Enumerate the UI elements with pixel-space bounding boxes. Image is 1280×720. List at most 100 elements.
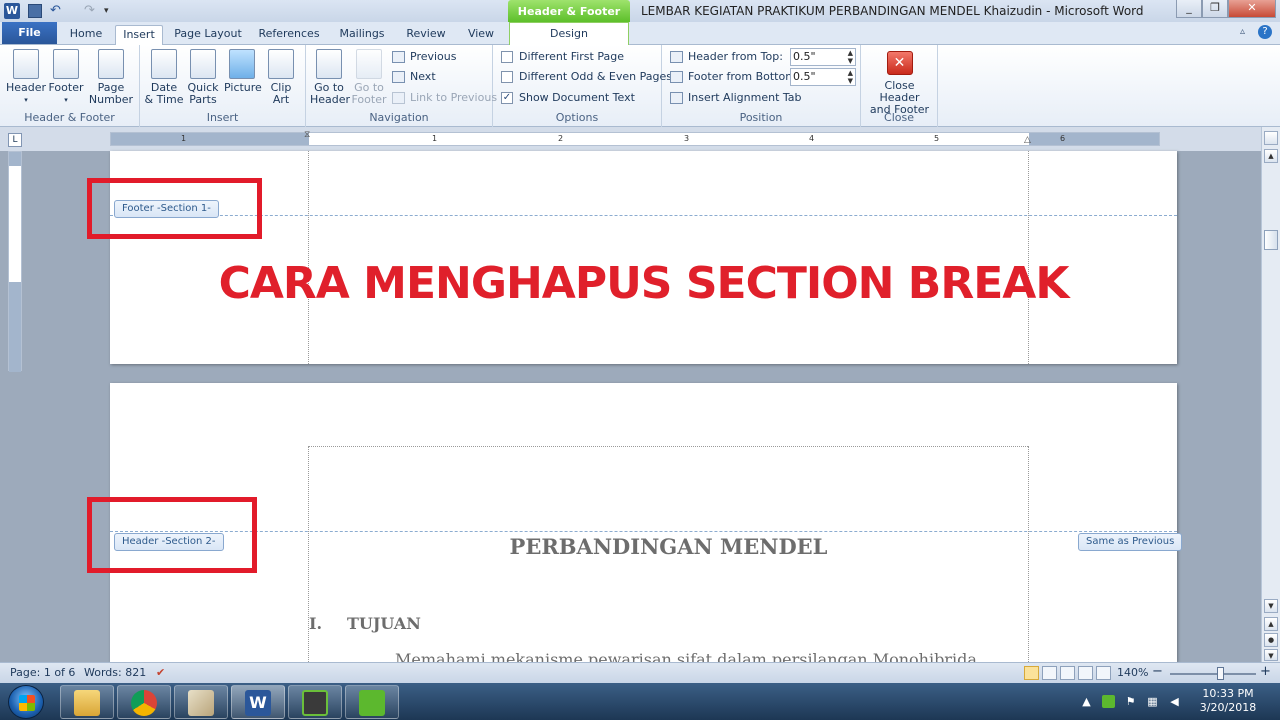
picture-button[interactable]: Picture xyxy=(224,49,262,94)
network-icon[interactable]: ▦ xyxy=(1146,695,1159,708)
zoom-in-icon[interactable]: + xyxy=(1260,664,1271,679)
different-odd-even-checkbox[interactable]: Different Odd & Even Pages xyxy=(501,69,672,85)
header-button[interactable]: Header ▾ xyxy=(6,49,46,106)
tab-insert[interactable]: Insert xyxy=(115,25,163,46)
horizontal-ruler[interactable]: 1 1 2 3 4 5 6 ⧖ △ xyxy=(110,130,1160,146)
word-app-icon[interactable]: W xyxy=(4,3,20,19)
body-paragraph[interactable]: Memahami mekanisme pewarisan sifat dalam… xyxy=(395,650,1028,662)
web-layout-icon[interactable] xyxy=(1060,666,1075,680)
vertical-ruler[interactable] xyxy=(8,151,22,372)
page-number-button[interactable]: Page Number xyxy=(86,49,136,106)
print-layout-icon[interactable] xyxy=(1024,666,1039,680)
clock[interactable]: 10:33 PM 3/20/2018 xyxy=(1188,687,1268,715)
minimize-ribbon-icon[interactable]: ▵ xyxy=(1240,26,1245,37)
dropdown-arrow-icon: ▾ xyxy=(24,96,28,104)
outline-icon[interactable] xyxy=(1078,666,1093,680)
show-document-text-checkbox[interactable]: ✓ Show Document Text xyxy=(501,90,635,106)
overlay-caption: CARA MENGHAPUS SECTION BREAK xyxy=(218,258,1070,309)
group-label-options: Options xyxy=(555,111,599,124)
page-count[interactable]: Page: 1 of 6 xyxy=(10,666,75,679)
taskbar-camtasia-recorder[interactable] xyxy=(345,685,399,719)
browse-object-icon[interactable]: ● xyxy=(1264,633,1278,647)
footer-button[interactable]: Footer ▾ xyxy=(46,49,86,106)
group-options: Different First Page Different Odd & Eve… xyxy=(493,45,672,127)
date-time-button[interactable]: Date & Time xyxy=(144,49,184,106)
checkbox-unchecked[interactable] xyxy=(501,71,513,83)
vertical-scrollbar[interactable]: ▲ ▼ ▲ ● ▼ xyxy=(1261,127,1280,662)
document-heading[interactable]: PERBANDINGAN MENDEL xyxy=(309,534,1028,559)
taskbar-word[interactable]: W xyxy=(231,685,285,719)
dropdown-arrow-icon: ▾ xyxy=(64,96,68,104)
help-icon[interactable]: ? xyxy=(1258,25,1272,39)
tab-page-layout[interactable]: Page Layout xyxy=(170,25,246,45)
tab-references[interactable]: References xyxy=(254,25,324,45)
zoom-level[interactable]: 140% xyxy=(1117,666,1148,679)
different-first-page-checkbox[interactable]: Different First Page xyxy=(501,49,624,65)
link-to-previous-button[interactable]: Link to Previous xyxy=(392,90,497,106)
tab-design[interactable]: Design xyxy=(509,22,629,45)
next-button[interactable]: Next xyxy=(392,69,436,85)
undo-icon[interactable]: ↶ xyxy=(50,3,66,19)
taskbar-explorer[interactable] xyxy=(60,685,114,719)
ruler-right-margin xyxy=(1029,133,1159,145)
page-2[interactable] xyxy=(110,383,1177,662)
proofing-icon[interactable]: ✔ xyxy=(156,666,165,679)
checkbox-checked[interactable]: ✓ xyxy=(501,92,513,104)
show-hidden-icons[interactable]: ▲ xyxy=(1080,695,1093,708)
section-number[interactable]: I. xyxy=(309,614,322,633)
save-icon[interactable] xyxy=(28,4,42,18)
clip-art-button[interactable]: Clip Art xyxy=(264,49,298,106)
next-page-icon[interactable]: ▼ xyxy=(1264,649,1278,661)
action-center-icon[interactable]: ⚑ xyxy=(1124,695,1137,708)
zoom-slider[interactable] xyxy=(1170,673,1256,675)
ruler-number: 6 xyxy=(1060,134,1066,143)
minimize-button[interactable]: _ xyxy=(1176,0,1202,18)
word-count[interactable]: Words: 821 xyxy=(84,666,146,679)
tab-mailings[interactable]: Mailings xyxy=(333,25,391,45)
draft-icon[interactable] xyxy=(1096,666,1111,680)
zoom-slider-thumb[interactable] xyxy=(1216,667,1224,680)
taskbar-chrome[interactable] xyxy=(117,685,171,719)
footer-from-bottom-input[interactable]: 0.5" ▲ ▼ xyxy=(790,68,856,86)
scroll-up-icon[interactable]: ▲ xyxy=(1264,149,1278,163)
right-indent-marker-icon[interactable]: △ xyxy=(1024,135,1031,145)
restore-button[interactable]: ❐ xyxy=(1202,0,1228,18)
previous-page-icon[interactable]: ▲ xyxy=(1264,617,1278,631)
zoom-out-icon[interactable]: − xyxy=(1152,664,1163,679)
checkbox-unchecked[interactable] xyxy=(501,51,513,63)
tab-review[interactable]: Review xyxy=(401,25,451,45)
scroll-down-icon[interactable]: ▼ xyxy=(1264,599,1278,613)
spinner-arrows-icon[interactable]: ▲ ▼ xyxy=(848,49,853,65)
redo-icon[interactable]: ↷ xyxy=(84,3,100,19)
section-title[interactable]: TUJUAN xyxy=(347,614,421,633)
close-window-button[interactable]: ✕ xyxy=(1228,0,1276,18)
header-from-top-input[interactable]: 0.5" ▲ ▼ xyxy=(790,48,856,66)
indent-marker-icon[interactable]: ⧖ xyxy=(304,130,310,140)
header-footer-tools-label: Header & Footer Tools xyxy=(508,0,630,42)
taskbar-camtasia[interactable] xyxy=(288,685,342,719)
scroll-thumb[interactable] xyxy=(1264,230,1278,250)
tab-selector-icon[interactable]: L xyxy=(8,133,22,147)
spinner-arrows-icon[interactable]: ▲ ▼ xyxy=(848,69,853,85)
customize-qat-icon[interactable]: ▾ xyxy=(104,3,120,19)
camtasia-tray-icon[interactable] xyxy=(1102,695,1115,708)
volume-icon[interactable]: ◀ xyxy=(1168,695,1181,708)
go-to-header-button[interactable]: Go to Header xyxy=(310,49,350,106)
tab-file[interactable]: File xyxy=(2,22,57,44)
close-header-footer-button[interactable]: ✕ Close Header and Footer xyxy=(863,47,936,116)
group-header-footer: Header ▾ Footer ▾ Page Number Header & F… xyxy=(0,45,140,127)
full-screen-reading-icon[interactable] xyxy=(1042,666,1057,680)
taskbar-paint[interactable] xyxy=(174,685,228,719)
view-ruler-icon[interactable] xyxy=(1264,131,1278,145)
tab-view[interactable]: View xyxy=(459,25,503,45)
quick-parts-button[interactable]: Quick Parts xyxy=(184,49,222,106)
go-to-footer-button[interactable]: Go to Footer xyxy=(350,49,388,106)
start-button[interactable] xyxy=(8,685,44,719)
next-icon xyxy=(392,71,405,83)
insert-alignment-tab-button[interactable]: Insert Alignment Tab xyxy=(670,90,802,106)
group-close: ✕ Close Header and Footer Close xyxy=(861,45,938,127)
word-icon: W xyxy=(245,690,271,716)
previous-button[interactable]: Previous xyxy=(392,49,457,65)
tab-home[interactable]: Home xyxy=(63,25,109,45)
window-title: LEMBAR KEGIATAN PRAKTIKUM PERBANDINGAN M… xyxy=(641,4,1144,18)
